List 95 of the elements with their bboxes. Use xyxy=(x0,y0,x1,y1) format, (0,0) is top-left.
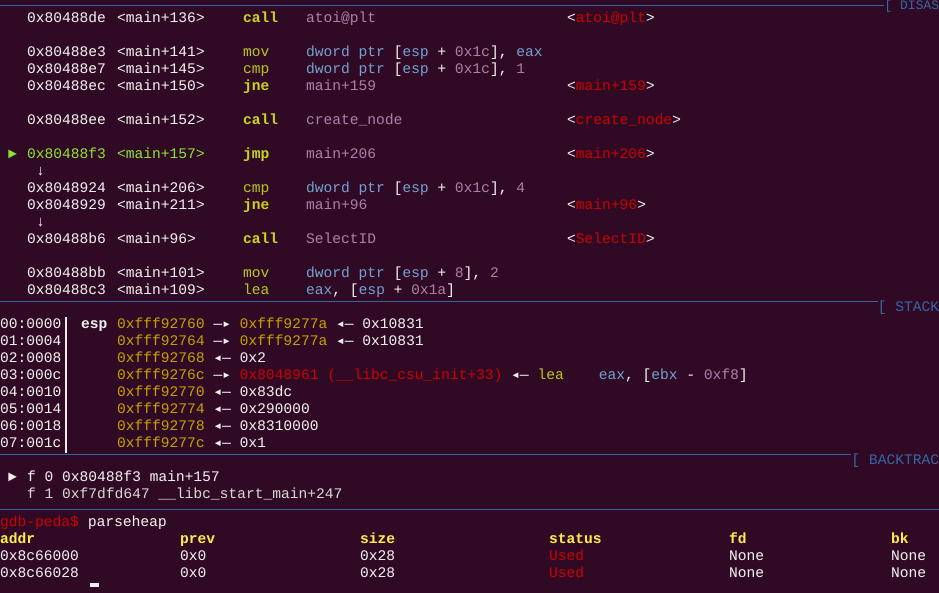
instruction-address: 0x80488f3 xyxy=(27,147,107,164)
mnemonic: mov xyxy=(243,266,270,283)
mnemonic: mov xyxy=(243,45,270,62)
stack-value: 0xfff9277c ◂— 0x1 xyxy=(117,436,266,453)
symbol-offset: <main+109> xyxy=(117,283,206,300)
operand-text: dword ptr [esp + 8], 2 xyxy=(306,266,500,283)
table-cell-text: None xyxy=(729,549,766,566)
operand-text: main+96 xyxy=(306,198,368,215)
instruction-address: 0x8048929 xyxy=(27,198,107,215)
stack-offset: 00:0000 xyxy=(0,317,62,334)
register-name: esp xyxy=(81,317,108,334)
column-header: fd xyxy=(729,532,748,549)
current-marker: ► xyxy=(7,470,18,487)
instruction-address: 0x8048924 xyxy=(27,181,107,198)
instruction-address: 0x80488ec xyxy=(27,79,107,96)
instruction-address: 0x80488e3 xyxy=(27,45,107,62)
frame-text: f 0 0x80488f3 main+157 xyxy=(27,470,220,487)
stack-value: 0xfff92768 ◂— 0x2 xyxy=(117,351,266,368)
symbol-offset: <main+141> xyxy=(117,45,206,62)
column-header: prev xyxy=(180,532,216,549)
table-cell-text: 0x0 xyxy=(180,566,208,583)
branch-comment: <atoi@plt> xyxy=(567,11,655,28)
table-cell-text: 0x28 xyxy=(360,549,396,566)
frame-text: f 1 0xf7dfd647 __libc_start_main+247 xyxy=(27,487,342,504)
table-cell-text: 0x28 xyxy=(360,566,396,583)
stack-offset: 03:000c xyxy=(0,368,62,385)
column-header: bk xyxy=(891,532,910,549)
table-cell-text: 0x8c66028 xyxy=(0,566,80,583)
branch-comment: <create_node> xyxy=(567,113,681,130)
stack-offset: 06:0018 xyxy=(0,419,62,436)
stack-value: 0xfff92760 —▸ 0xfff9277a ◂— 0x10831 xyxy=(117,317,424,334)
instruction-address: 0x80488b6 xyxy=(27,232,107,249)
mnemonic: call xyxy=(243,232,280,249)
operand-text: dword ptr [esp + 0x1c], 4 xyxy=(306,181,526,198)
stack-value: 0xfff92778 ◂— 0x8310000 xyxy=(117,419,318,436)
table-cell-text: None xyxy=(891,549,928,566)
mnemonic: call xyxy=(243,113,280,130)
instruction-address: 0x80488de xyxy=(27,11,107,28)
stack-offset: 05:0014 xyxy=(0,402,62,419)
shell-prompt: gdb-peda$ xyxy=(0,515,79,532)
mnemonic: jne xyxy=(243,79,270,96)
stack-value: 0xfff92770 ◂— 0x83dc xyxy=(117,385,292,402)
mnemonic: call xyxy=(243,11,280,28)
stack-offset: 07:001c xyxy=(0,436,62,453)
column-header: size xyxy=(360,532,396,549)
table-cell-text: 0x8c66000 xyxy=(0,549,80,566)
mnemonic: cmp xyxy=(243,181,270,198)
stack-value: 0xfff9276c —▸ 0x8048961 (__libc_csu_init+33) ◂— lea eax, [ebx - 0xf8] xyxy=(117,368,748,385)
symbol-offset: <main+136> xyxy=(117,11,206,28)
mnemonic: lea xyxy=(243,283,270,300)
column-header: addr xyxy=(0,532,36,549)
operand-text: main+206 xyxy=(306,147,378,164)
column-header: status xyxy=(549,532,603,549)
branch-comment: <SelectID> xyxy=(567,232,655,249)
jump-arrow: ↓ xyxy=(36,164,45,181)
symbol-offset: <main+101> xyxy=(117,266,206,283)
symbol-offset: <main+96> xyxy=(117,232,197,249)
stack-offset: 02:0008 xyxy=(0,351,62,368)
symbol-offset: <main+211> xyxy=(117,198,206,215)
symbol-offset: <main+157> xyxy=(117,147,206,164)
operand-text: dword ptr [esp + 0x1c], 1 xyxy=(306,62,526,79)
jump-arrow: ↓ xyxy=(36,215,45,232)
operand-text: eax, [esp + 0x1a] xyxy=(306,283,456,300)
symbol-offset: <main+145> xyxy=(117,62,206,79)
stack-value: 0xfff92774 ◂— 0x290000 xyxy=(117,402,310,419)
table-cell-text: None xyxy=(891,566,928,583)
symbol-offset: <main+152> xyxy=(117,113,206,130)
mnemonic: jne xyxy=(243,198,270,215)
mnemonic: cmp xyxy=(243,62,270,79)
operand-text: create_node xyxy=(306,113,404,130)
branch-comment: <main+159> xyxy=(567,79,655,96)
mnemonic: jmp xyxy=(243,147,270,164)
instruction-address: 0x80488bb xyxy=(27,266,107,283)
operand-text: main+159 xyxy=(306,79,378,96)
symbol-offset: <main+206> xyxy=(117,181,206,198)
command-text: parseheap xyxy=(88,515,167,532)
branch-comment: <main+96> xyxy=(567,198,646,215)
operand-text: atoi@plt xyxy=(306,11,378,28)
instruction-address: 0x80488c3 xyxy=(27,283,107,300)
table-cell-text: 0x0 xyxy=(180,549,208,566)
instruction-address: 0x80488e7 xyxy=(27,62,107,79)
stack-offset: 04:0010 xyxy=(0,385,62,402)
table-cell-text: Used xyxy=(549,549,586,566)
instruction-address: 0x80488ee xyxy=(27,113,107,130)
section-title: [ STACK xyxy=(878,300,939,317)
operand-text: SelectID xyxy=(306,232,378,249)
symbol-offset: <main+150> xyxy=(117,79,206,96)
table-cell-text: None xyxy=(729,566,766,583)
operand-text: dword ptr [esp + 0x1c], eax xyxy=(306,45,544,62)
section-title: [ BACKTRAC xyxy=(851,453,939,470)
table-cell-text: Used xyxy=(549,566,586,583)
current-marker: ► xyxy=(7,147,18,164)
branch-comment: <main+206> xyxy=(567,147,655,164)
stack-value: 0xfff92764 —▸ 0xfff9277a ◂— 0x10831 xyxy=(117,334,424,351)
stack-offset: 01:0004 xyxy=(0,334,62,351)
